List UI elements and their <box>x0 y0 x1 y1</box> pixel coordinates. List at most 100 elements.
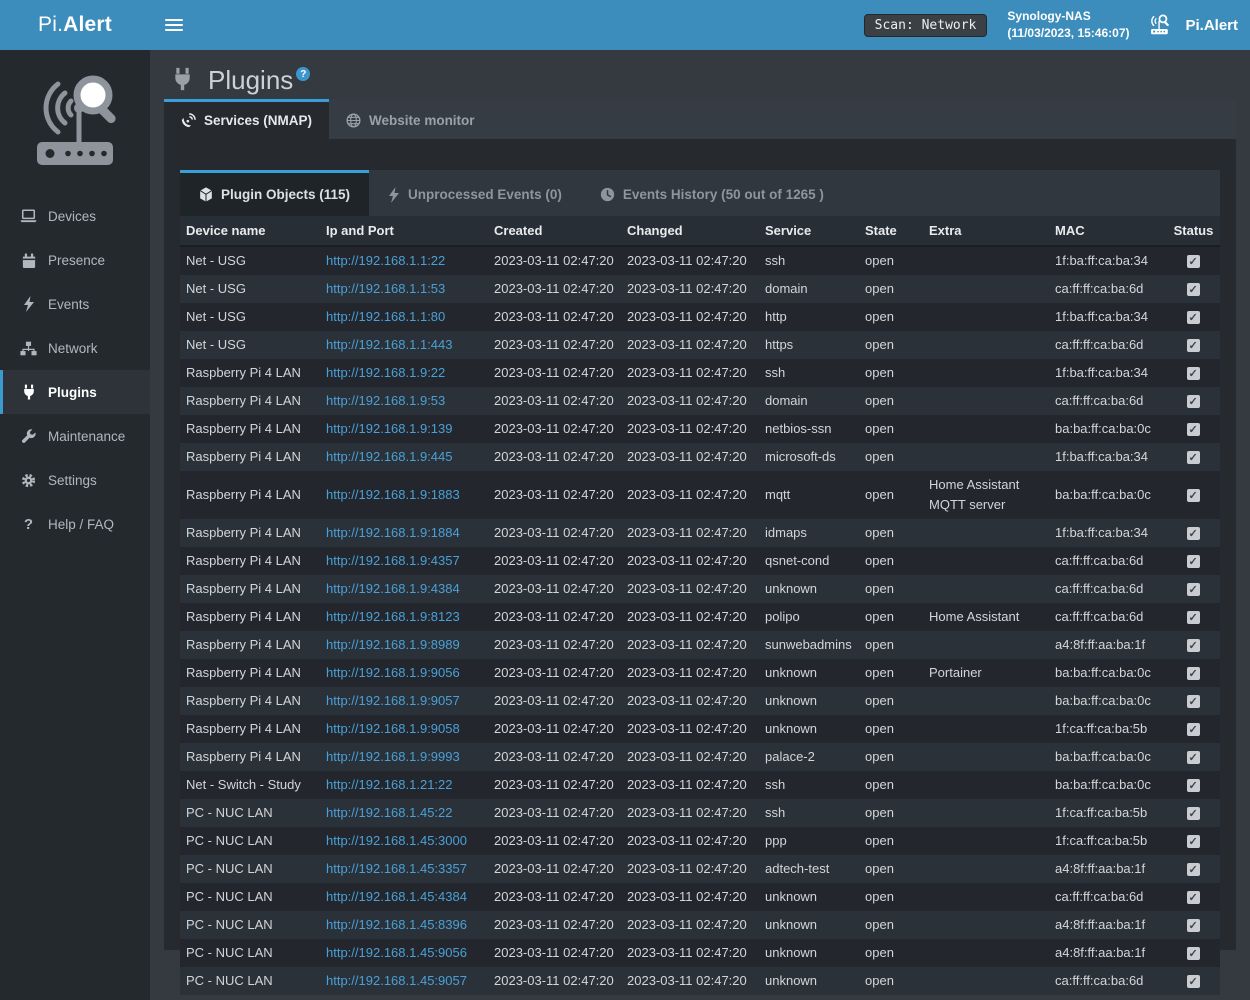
status-checkbox[interactable] <box>1187 489 1200 502</box>
ip-port-link[interactable]: http://192.168.1.45:3000 <box>326 833 467 848</box>
ip-port-link[interactable]: http://192.168.1.45:4384 <box>326 889 467 904</box>
sidebar-item-plugins[interactable]: Plugins <box>0 370 150 414</box>
cell-device-name: Raspberry Pi 4 LAN <box>180 659 320 687</box>
cell-changed: 2023-03-11 02:47:20 <box>621 519 759 547</box>
cell-created: 2023-03-11 02:47:20 <box>488 715 621 743</box>
ip-port-link[interactable]: http://192.168.1.9:4384 <box>326 581 460 596</box>
ip-port-link[interactable]: http://192.168.1.9:53 <box>326 393 445 408</box>
cell-status <box>1167 855 1220 883</box>
ip-port-link[interactable]: http://192.168.1.45:9057 <box>326 973 467 988</box>
status-checkbox[interactable] <box>1187 283 1200 296</box>
status-checkbox[interactable] <box>1187 423 1200 436</box>
cell-service: unknown <box>759 575 859 603</box>
table-row: PC - NUC LANhttp://192.168.1.45:83962023… <box>180 911 1220 939</box>
ip-port-link[interactable]: http://192.168.1.1:53 <box>326 281 445 296</box>
status-checkbox[interactable] <box>1187 395 1200 408</box>
ip-port-link[interactable]: http://192.168.1.9:4357 <box>326 553 460 568</box>
sidebar: Pi.Alert DevicesPresenceEv <box>0 0 150 1000</box>
status-checkbox[interactable] <box>1187 695 1200 708</box>
table-header-row: Device nameIp and PortCreatedChangedServ… <box>180 216 1220 246</box>
plug-icon <box>172 67 193 91</box>
cell-mac: ba:ba:ff:ca:ba:0c <box>1049 415 1167 443</box>
ip-port-link[interactable]: http://192.168.1.9:9993 <box>326 749 460 764</box>
ip-port-link[interactable]: http://192.168.1.1:22 <box>326 253 445 268</box>
cell-ip-and-port: http://192.168.1.9:22 <box>320 359 488 387</box>
status-checkbox[interactable] <box>1187 807 1200 820</box>
status-checkbox[interactable] <box>1187 339 1200 352</box>
page-title: Plugins <box>208 63 293 97</box>
status-checkbox[interactable] <box>1187 527 1200 540</box>
status-checkbox[interactable] <box>1187 751 1200 764</box>
subtab-events-history-50-out-of-1265[interactable]: Events History (50 out of 1265 ) <box>581 170 843 216</box>
ip-port-link[interactable]: http://192.168.1.9:22 <box>326 365 445 380</box>
ip-port-link[interactable]: http://192.168.1.9:445 <box>326 449 453 464</box>
cell-ip-and-port: http://192.168.1.1:53 <box>320 275 488 303</box>
cell-created: 2023-03-11 02:47:20 <box>488 575 621 603</box>
ip-port-link[interactable]: http://192.168.1.9:8123 <box>326 609 460 624</box>
column-header-changed: Changed <box>621 216 759 246</box>
ip-port-link[interactable]: http://192.168.1.45:9056 <box>326 945 467 960</box>
topbar-brand[interactable]: Pi.Alert <box>1149 14 1238 36</box>
status-checkbox[interactable] <box>1187 835 1200 848</box>
sidebar-item-maintenance[interactable]: Maintenance <box>0 414 150 458</box>
status-checkbox[interactable] <box>1187 723 1200 736</box>
sidebar-item-help-faq[interactable]: ?Help / FAQ <box>0 502 150 546</box>
tab-services-nmap[interactable]: Services (NMAP) <box>164 99 329 139</box>
cell-service: idmaps <box>759 519 859 547</box>
status-checkbox[interactable] <box>1187 555 1200 568</box>
sidebar-item-events[interactable]: Events <box>0 282 150 326</box>
cell-state: open <box>859 547 923 575</box>
ip-port-link[interactable]: http://192.168.1.9:139 <box>326 421 453 436</box>
ip-port-link[interactable]: http://192.168.1.9:8989 <box>326 637 460 652</box>
subtab-plugin-objects-115[interactable]: Plugin Objects (115) <box>180 170 369 216</box>
cell-mac: ca:ff:ff:ca:ba:6d <box>1049 547 1167 575</box>
cell-changed: 2023-03-11 02:47:20 <box>621 771 759 799</box>
ip-port-link[interactable]: http://192.168.1.21:22 <box>326 777 453 792</box>
subtab-unprocessed-events-0[interactable]: Unprocessed Events (0) <box>369 170 581 216</box>
ip-port-link[interactable]: http://192.168.1.9:9056 <box>326 665 460 680</box>
cell-status <box>1167 603 1220 631</box>
ip-port-link[interactable]: http://192.168.1.45:22 <box>326 805 453 820</box>
ip-port-link[interactable]: http://192.168.1.9:1884 <box>326 525 460 540</box>
table-row: Raspberry Pi 4 LANhttp://192.168.1.9:532… <box>180 387 1220 415</box>
status-checkbox[interactable] <box>1187 779 1200 792</box>
status-checkbox[interactable] <box>1187 947 1200 960</box>
cell-service: ppp <box>759 827 859 855</box>
status-checkbox[interactable] <box>1187 919 1200 932</box>
status-checkbox[interactable] <box>1187 891 1200 904</box>
ip-port-link[interactable]: http://192.168.1.45:3357 <box>326 861 467 876</box>
table-row: Raspberry Pi 4 LANhttp://192.168.1.9:438… <box>180 575 1220 603</box>
status-checkbox[interactable] <box>1187 863 1200 876</box>
tab-website-monitor[interactable]: Website monitor <box>329 99 492 139</box>
ip-port-link[interactable]: http://192.168.1.9:9058 <box>326 721 460 736</box>
help-badge[interactable]: ? <box>296 67 310 81</box>
main-content: Plugins ? Services (NMAP)Website monitor… <box>150 50 1250 1000</box>
status-checkbox[interactable] <box>1187 451 1200 464</box>
status-checkbox[interactable] <box>1187 255 1200 268</box>
sidebar-item-network[interactable]: Network <box>0 326 150 370</box>
cell-state: open <box>859 415 923 443</box>
status-checkbox[interactable] <box>1187 583 1200 596</box>
ip-port-link[interactable]: http://192.168.1.9:1883 <box>326 487 460 502</box>
status-checkbox[interactable] <box>1187 667 1200 680</box>
sidebar-item-presence[interactable]: Presence <box>0 238 150 282</box>
sidebar-item-settings[interactable]: Settings <box>0 458 150 502</box>
ip-port-link[interactable]: http://192.168.1.9:9057 <box>326 693 460 708</box>
status-checkbox[interactable] <box>1187 975 1200 988</box>
cell-service: unknown <box>759 967 859 995</box>
ip-port-link[interactable]: http://192.168.1.45:8396 <box>326 917 467 932</box>
ip-port-link[interactable]: http://192.168.1.1:443 <box>326 337 453 352</box>
status-checkbox[interactable] <box>1187 611 1200 624</box>
cell-changed: 2023-03-11 02:47:20 <box>621 303 759 331</box>
app-logo[interactable]: Pi.Alert <box>0 0 150 50</box>
plugin-objects-table-body: Net - USGhttp://192.168.1.1:222023-03-11… <box>180 246 1220 995</box>
cell-state: open <box>859 743 923 771</box>
cell-mac: 1f:ba:ff:ca:ba:34 <box>1049 359 1167 387</box>
status-checkbox[interactable] <box>1187 639 1200 652</box>
cell-device-name: Raspberry Pi 4 LAN <box>180 603 320 631</box>
sidebar-toggle-button[interactable] <box>165 16 183 34</box>
status-checkbox[interactable] <box>1187 367 1200 380</box>
ip-port-link[interactable]: http://192.168.1.1:80 <box>326 309 445 324</box>
status-checkbox[interactable] <box>1187 311 1200 324</box>
sidebar-item-devices[interactable]: Devices <box>0 194 150 238</box>
